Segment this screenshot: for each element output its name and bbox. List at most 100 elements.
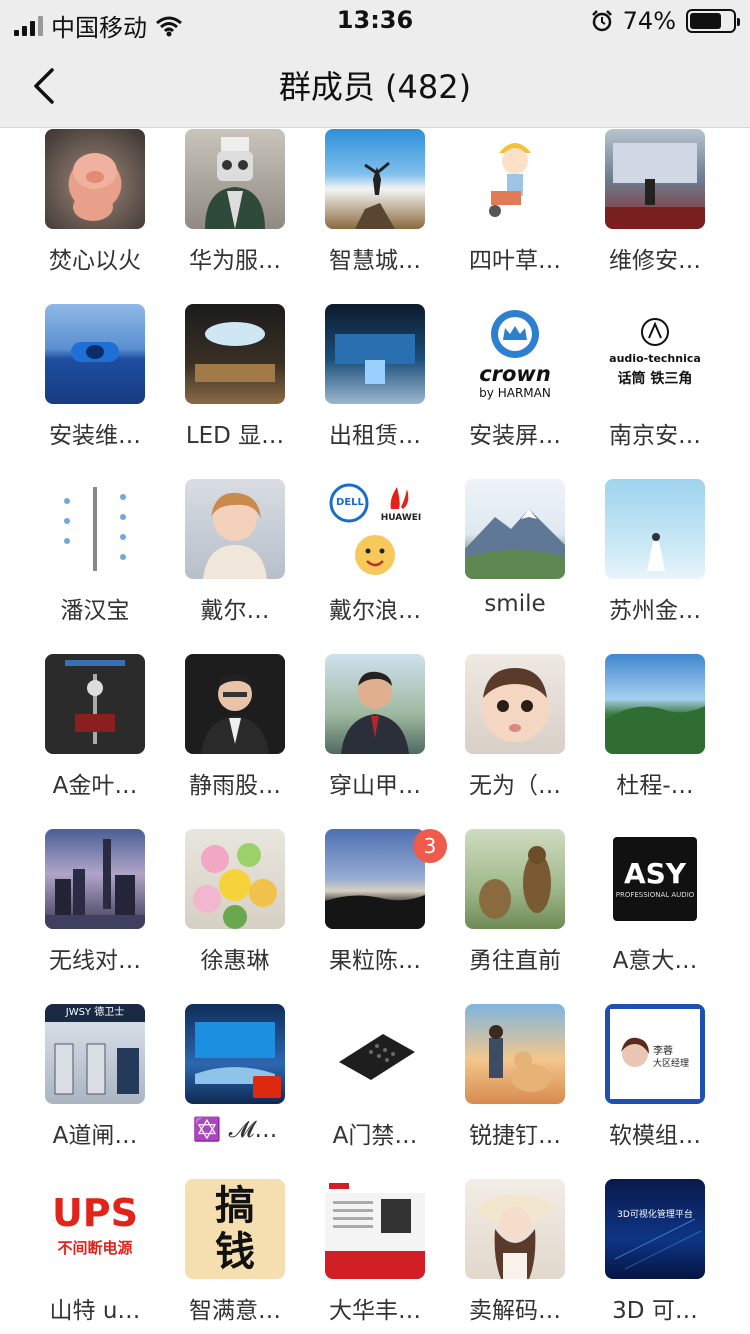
member-name: 戴尔浪…: [329, 598, 421, 624]
cartoon-worker-avatar: [465, 129, 565, 229]
man-suit-icon: [201, 673, 269, 754]
member-item[interactable]: 穿山甲…: [305, 654, 445, 829]
member-name: 华为服…: [189, 248, 281, 274]
control-room-avatar: [185, 1004, 285, 1104]
dome-icon: [195, 322, 275, 382]
member-item[interactable]: 大华丰…: [305, 1179, 445, 1334]
member-item[interactable]: 智慧城…: [305, 129, 445, 304]
dell-text: DELL: [336, 497, 364, 508]
dahua-card-icon: [325, 1179, 425, 1279]
member-name: 南京安…: [609, 423, 701, 449]
member-name: 安装维…: [49, 423, 141, 449]
calligraphy-text: 搞钱: [215, 1183, 255, 1275]
crown-logo-avatar: crown by HARMAN: [465, 304, 565, 404]
marmots-avatar: [465, 829, 565, 929]
member-item[interactable]: 出租赁…: [305, 304, 445, 479]
mountain-sky-avatar: [325, 129, 425, 229]
stage-screen-avatar: [605, 129, 705, 229]
ups-logo-avatar: UPS 不间断电源: [45, 1179, 145, 1279]
status-bar: 中国移动 13:36 74%: [0, 0, 750, 42]
member-name: 焚心以火: [49, 248, 141, 274]
pig-figure-avatar: [45, 129, 145, 229]
member-item[interactable]: 华为服…: [165, 129, 305, 304]
nav-bar: 群成员 (482): [0, 40, 750, 128]
member-name: 卖解码…: [469, 1298, 561, 1324]
card-role: 大区经理: [653, 1059, 690, 1069]
member-item[interactable]: DELL HUAWEI 戴尔浪…: [305, 479, 445, 654]
member-item[interactable]: 维修安…: [585, 129, 725, 304]
member-item[interactable]: LED 显…: [165, 304, 305, 479]
member-item[interactable]: audio-technica 话筒 铁三角 南京安…: [585, 304, 725, 479]
flowers-icon: [193, 843, 277, 929]
member-item[interactable]: 李蓉 大区经理 软模组…: [585, 1004, 725, 1179]
audio-technica-text: audio-technica: [609, 352, 701, 365]
member-item[interactable]: smile: [445, 479, 585, 654]
member-item[interactable]: 戴尔…: [165, 479, 305, 654]
member-name: 潘汉宝: [60, 598, 130, 624]
member-item[interactable]: 苏州金…: [585, 479, 725, 654]
member-item[interactable]: ASY PROFESSIONAL AUDIO A意大…: [585, 829, 725, 1004]
member-item[interactable]: 勇往直前: [445, 829, 585, 1004]
sunset-sky-avatar: [325, 829, 425, 929]
member-name: 大华丰…: [329, 1298, 421, 1324]
member-item[interactable]: 潘汉宝: [25, 479, 165, 654]
member-item[interactable]: 3D可视化管理平台 3D 可…: [585, 1179, 725, 1334]
dome-screen-avatar: [185, 304, 285, 404]
calligraphy-avatar: 搞钱: [185, 1179, 285, 1279]
member-name: ✡️ 𝓜…: [192, 1117, 278, 1143]
man-suit-avatar: [185, 654, 285, 754]
huawei-text: HUAWEI: [380, 513, 422, 523]
harman-text: by HARMAN: [479, 386, 551, 400]
member-item[interactable]: crown by HARMAN 安装屏…: [445, 304, 585, 479]
member-item[interactable]: A金叶…: [25, 654, 165, 829]
member-item[interactable]: ✡️ 𝓜…: [165, 1004, 305, 1179]
member-item[interactable]: 无线对…: [25, 829, 165, 1004]
city-icon: [45, 839, 145, 929]
hills-icon: [605, 706, 705, 754]
smart-pole-diagram-avatar: [45, 479, 145, 579]
member-name: smile: [484, 591, 546, 617]
baby-icon: [481, 668, 549, 742]
member-name: 3D 可…: [612, 1298, 698, 1324]
snow-mountain-avatar: [465, 479, 565, 579]
member-item[interactable]: 静雨股…: [165, 654, 305, 829]
member-item[interactable]: 焚心以火: [25, 129, 165, 304]
member-item[interactable]: 锐捷钉…: [445, 1004, 585, 1179]
dahua-card-avatar: [325, 1179, 425, 1279]
member-item[interactable]: 杜程-…: [585, 654, 725, 829]
stage-icon: [605, 143, 705, 229]
member-item[interactable]: 卖解码…: [445, 1179, 585, 1334]
boy-dog-sunset-avatar: [465, 1004, 565, 1104]
member-item[interactable]: 安装维…: [25, 304, 165, 479]
robot-figure-avatar: [185, 129, 285, 229]
3d-platform-icon: [614, 1218, 702, 1270]
member-item[interactable]: 无为（…: [445, 654, 585, 829]
member-name: 出租赁…: [329, 423, 421, 449]
member-grid: 焚心以火 华为服… 智慧城… 四叶草… 维修安… 安装维… LED 显… 出租赁…: [0, 129, 750, 1334]
girl-photo-avatar: [185, 479, 285, 579]
baby-face-avatar: [465, 654, 565, 754]
worker-icon: [489, 143, 531, 217]
member-item[interactable]: A门禁…: [305, 1004, 445, 1179]
page-title: 群成员 (482): [278, 68, 472, 106]
asy-sub-text: PROFESSIONAL AUDIO: [615, 891, 695, 899]
member-item[interactable]: 3 果粒陈…: [305, 829, 447, 1004]
ups-text: UPS: [51, 1191, 139, 1235]
blue-display-avatar: [45, 304, 145, 404]
member-item[interactable]: UPS 不间断电源 山特 u…: [25, 1179, 165, 1334]
member-name: 静雨股…: [189, 773, 281, 799]
member-item[interactable]: 搞钱 智满意…: [165, 1179, 305, 1334]
member-item[interactable]: 四叶草…: [445, 129, 585, 304]
person-icon: [355, 161, 395, 229]
boy-dog-icon: [489, 1025, 551, 1092]
member-name: A门禁…: [332, 1123, 418, 1149]
member-item[interactable]: 徐惠琳: [165, 829, 305, 1004]
member-name: 软模组…: [609, 1123, 701, 1149]
unread-badge: 3: [413, 829, 447, 863]
member-item[interactable]: JWSY 德卫士 A道闸…: [25, 1004, 165, 1179]
girl-icon: [203, 492, 267, 579]
sky-girl-avatar: [605, 479, 705, 579]
platform-text: 3D可视化管理平台: [617, 1210, 693, 1220]
turnstile-booth-avatar: JWSY 德卫士: [45, 1004, 145, 1104]
member-name: 山特 u…: [49, 1298, 141, 1324]
